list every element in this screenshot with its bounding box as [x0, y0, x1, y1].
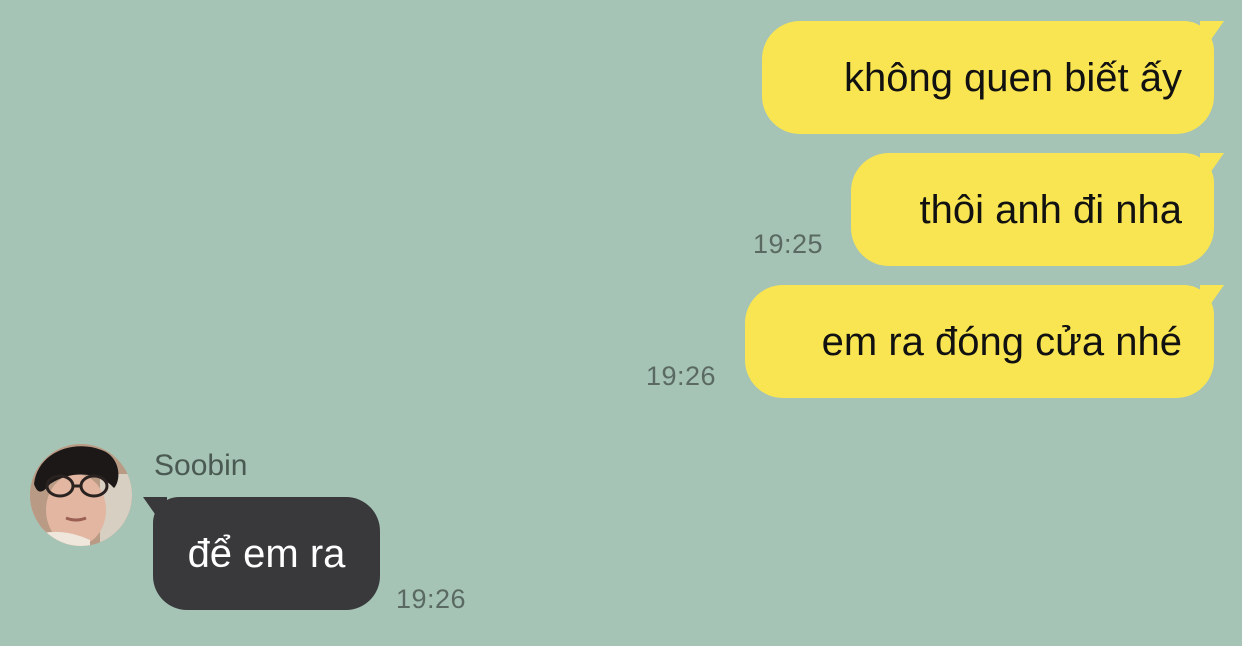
message-text: em ra đóng cửa nhé: [821, 319, 1182, 364]
avatar-photo-icon: [30, 444, 132, 546]
bubble-tail: [1200, 21, 1224, 45]
message-timestamp: 19:26: [396, 584, 467, 614]
message-text: để em ra: [187, 531, 346, 576]
sent-message-bubble[interactable]: không quen biết ấy: [762, 21, 1224, 134]
bubble-tail: [143, 497, 167, 521]
message-timestamp: 19:25: [753, 229, 824, 259]
sender-name: Soobin: [154, 449, 248, 482]
sent-message-bubble[interactable]: em ra đóng cửa nhé: [745, 285, 1224, 398]
sender-avatar[interactable]: [30, 444, 132, 546]
bubble-tail: [1200, 285, 1224, 309]
message-text: thôi anh đi nha: [919, 187, 1182, 232]
message-timestamp: 19:26: [646, 361, 717, 391]
received-message-bubble[interactable]: để em ra: [143, 497, 380, 610]
message-text: không quen biết ấy: [843, 55, 1182, 100]
sent-message-bubble[interactable]: thôi anh đi nha: [851, 153, 1224, 266]
bubble-tail: [1200, 153, 1224, 177]
